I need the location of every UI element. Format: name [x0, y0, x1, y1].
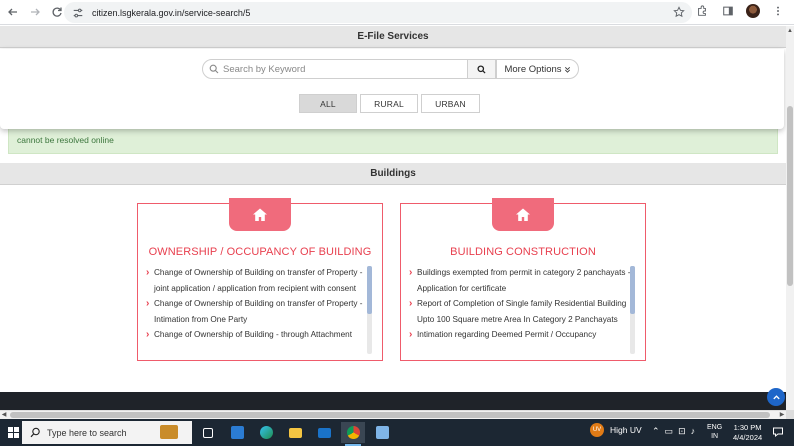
filter-rural-button[interactable]: RURAL: [360, 94, 418, 113]
scrollbar-corner: [786, 410, 794, 419]
weather-widget[interactable]: UV High UV: [590, 423, 642, 437]
weather-text: High UV: [610, 425, 642, 435]
horizontal-scrollbar[interactable]: ◀ ▶: [0, 410, 786, 419]
taskbar-search-box[interactable]: Type here to search: [22, 421, 192, 444]
clock-date: 4/4/2024: [733, 433, 763, 442]
more-options-button[interactable]: More Options: [496, 59, 579, 79]
url-text: citizen.lsgkerala.gov.in/service-search/…: [92, 7, 251, 18]
service-list: Buildings exempted from permit in catego…: [409, 265, 631, 357]
scroll-left-arrow-icon[interactable]: ◀: [0, 411, 8, 419]
bookmark-star-icon[interactable]: [672, 5, 686, 19]
card-badge: [229, 198, 291, 231]
ownership-occupancy-card: OWNERSHIP / OCCUPANCY OF BUILDING Change…: [137, 198, 383, 361]
display-icon[interactable]: ⊡: [678, 426, 686, 437]
notification-icon[interactable]: [772, 425, 784, 438]
browser-toolbar: citizen.lsgkerala.gov.in/service-search/…: [0, 0, 794, 25]
efile-section-header: E-File Services: [0, 26, 786, 48]
file-explorer-icon[interactable]: [283, 422, 307, 443]
service-link[interactable]: Intimation regarding Deemed Permit / Occ…: [409, 327, 631, 343]
system-tray: ⌃ ▭ ⊡ ♪: [652, 426, 695, 437]
system-clock[interactable]: 1:30 PM 4/4/2024: [733, 423, 762, 443]
card-scrollbar[interactable]: [367, 266, 372, 354]
buildings-section-header: Buildings: [0, 163, 786, 185]
mail-icon[interactable]: [312, 422, 336, 443]
site-settings-icon[interactable]: [72, 6, 86, 20]
store-icon[interactable]: [225, 422, 249, 443]
windows-logo-icon: [7, 427, 19, 438]
chevron-up-icon: [772, 394, 780, 399]
notepad-icon[interactable]: [370, 422, 394, 443]
vertical-scroll-thumb[interactable]: [787, 106, 793, 286]
search-icon: [477, 64, 486, 74]
more-options-label: More Options: [504, 63, 562, 75]
side-panel-icon[interactable]: [720, 3, 736, 19]
page-viewport: E-File Services cannot be resolved onlin…: [0, 26, 786, 410]
search-field[interactable]: [202, 59, 468, 79]
search-input[interactable]: [223, 63, 453, 75]
double-chevron-down-icon: [564, 66, 570, 73]
card-title: BUILDING CONSTRUCTION: [450, 246, 596, 258]
service-link[interactable]: Change of Ownership of Building on trans…: [146, 265, 368, 296]
card-scrollbar[interactable]: [630, 266, 635, 354]
vertical-scrollbar[interactable]: ▲: [786, 26, 794, 410]
search-icon: [209, 64, 219, 74]
task-view-icon[interactable]: [196, 422, 220, 443]
forward-arrow-icon: [31, 8, 40, 16]
scroll-to-top-button[interactable]: [767, 388, 785, 406]
lang-line2: IN: [711, 433, 719, 440]
search-panel: More Options ALL RURAL URBAN: [0, 49, 784, 129]
back-button[interactable]: [2, 1, 24, 23]
horizontal-scroll-thumb[interactable]: [10, 412, 770, 418]
chrome-icon[interactable]: [341, 422, 365, 446]
search-icon: [30, 427, 41, 438]
service-link[interactable]: Change of Ownership of Building on trans…: [146, 296, 368, 327]
menu-kebab-icon[interactable]: [770, 3, 786, 19]
notice-banner: [8, 126, 778, 154]
edge-icon[interactable]: [254, 422, 278, 443]
service-link[interactable]: Buildings exempted from permit in catego…: [409, 265, 631, 296]
notice-text: cannot be resolved online: [17, 135, 114, 145]
scroll-right-arrow-icon[interactable]: ▶: [778, 411, 786, 419]
filter-urban-button[interactable]: URBAN: [421, 94, 480, 113]
clock-time: 1:30 PM: [733, 423, 762, 432]
service-list: Change of Ownership of Building on trans…: [146, 265, 368, 357]
reload-icon: [52, 7, 62, 17]
filter-all-button[interactable]: ALL: [299, 94, 357, 113]
forward-button[interactable]: [24, 1, 46, 23]
network-icon[interactable]: ▭: [665, 426, 674, 437]
home-icon: [516, 208, 530, 221]
address-bar[interactable]: citizen.lsgkerala.gov.in/service-search/…: [64, 2, 692, 23]
home-icon: [253, 208, 267, 221]
input-language[interactable]: ENG IN: [707, 423, 722, 441]
scroll-up-arrow-icon[interactable]: ▲: [787, 28, 793, 34]
chevron-up-icon[interactable]: ⌃: [652, 426, 660, 437]
card-title: OWNERSHIP / OCCUPANCY OF BUILDING: [148, 246, 372, 258]
service-link[interactable]: Change of Ownership of Building - throug…: [146, 327, 368, 343]
lang-line1: ENG: [707, 424, 723, 431]
building-construction-card: BUILDING CONSTRUCTION Buildings exempted…: [400, 198, 646, 361]
extensions-icon[interactable]: [694, 3, 710, 19]
card-badge: [492, 198, 554, 231]
taskbar-apps: [196, 422, 394, 446]
page-footer: [0, 392, 786, 410]
windows-taskbar: Type here to search UV High UV ⌃ ▭ ⊡ ♪ E…: [0, 419, 794, 446]
back-arrow-icon: [8, 8, 17, 16]
search-highlight-icon: [160, 425, 178, 439]
service-link[interactable]: Report of Completion of Single family Re…: [409, 296, 631, 327]
taskbar-search-text: Type here to search: [47, 427, 127, 438]
volume-icon[interactable]: ♪: [691, 426, 696, 437]
uv-icon: UV: [590, 423, 604, 437]
profile-avatar[interactable]: [746, 4, 760, 18]
search-button[interactable]: [467, 59, 496, 79]
